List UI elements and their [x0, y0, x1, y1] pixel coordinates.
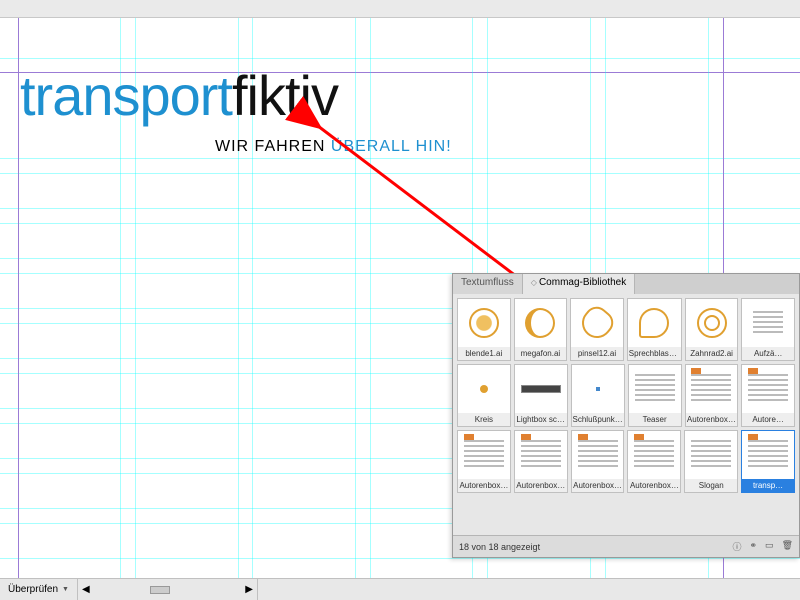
thumb-taglines-icon [686, 365, 738, 413]
thumb-taglines-icon [458, 431, 510, 479]
thumb-bar-icon [515, 365, 567, 413]
library-item[interactable]: Zahnrad2.ai [685, 298, 739, 361]
status-label: Überprüfen [8, 584, 58, 595]
thumb-taglines-icon [742, 431, 794, 479]
library-item[interactable]: blende1.ai [457, 298, 511, 361]
thumb-lines-icon [685, 431, 737, 479]
library-item[interactable]: megafon.ai [514, 298, 568, 361]
thumb-dot-icon [458, 365, 510, 413]
library-item-label: Autorenbox… [458, 479, 510, 492]
library-item-label: Slogan [685, 479, 737, 492]
logo-text[interactable]: transportfiktiv [20, 63, 338, 128]
library-item-label: Kreis [458, 413, 510, 426]
thumb-bluedot-icon [572, 365, 624, 413]
thumb-brush-icon [571, 299, 623, 347]
ruler-top[interactable] [0, 0, 800, 18]
library-item[interactable]: transp… [741, 430, 795, 493]
thumb-taglines-icon [628, 431, 680, 479]
logo-part2: fiktiv [232, 64, 338, 127]
library-item[interactable]: pinsel12.ai [570, 298, 624, 361]
library-item-label: transp… [742, 479, 794, 492]
tab-label: Commag-Bibliothek [539, 277, 626, 288]
library-item-label: Teaser [629, 413, 681, 426]
library-item-label: Autorenbox… [572, 479, 624, 492]
thumb-megaphone-icon [515, 299, 567, 347]
diamond-icon: ◇ [531, 278, 537, 287]
tab-commag-bibliothek[interactable]: ◇Commag-Bibliothek [523, 274, 635, 294]
thumb-lines-icon [629, 365, 681, 413]
library-item[interactable]: Autorenbox… [685, 364, 739, 427]
tagline-part1: WIR FAHREN [215, 138, 331, 155]
library-item-label: Autorenbox… [515, 479, 567, 492]
library-item[interactable]: Autorenbox… [514, 430, 568, 493]
chevron-down-icon: ▼ [62, 586, 69, 593]
status-uberprufen[interactable]: Überprüfen ▼ [0, 579, 78, 600]
library-item[interactable]: Slogan [684, 430, 738, 493]
thumb-taglines-icon [572, 431, 624, 479]
thumb-aperture-icon [458, 299, 510, 347]
library-item[interactable]: Autore… [741, 364, 795, 427]
library-item-label: Sprechblase.ai [628, 347, 681, 360]
link-icon[interactable]: ⚭ [750, 540, 758, 553]
library-item[interactable]: Schlußpunk… [571, 364, 625, 427]
chevron-right-icon[interactable]: ▶ [245, 584, 253, 595]
scrollbar-thumb[interactable] [150, 586, 170, 594]
library-item[interactable]: Autorenbox… [627, 430, 681, 493]
library-item-label: Lightbox sc… [515, 413, 567, 426]
library-item[interactable]: Sprechblase.ai [627, 298, 682, 361]
library-item[interactable]: Lightbox sc… [514, 364, 568, 427]
panel-status-text: 18 von 18 angezeigt [459, 542, 540, 552]
panel-icons: ⓘ ⚭ ▭ 🗑 [732, 540, 793, 553]
library-item-label: pinsel12.ai [571, 347, 623, 360]
app-status-bar: Überprüfen ▼ ◀ ▶ [0, 578, 800, 600]
thumb-taglines-icon [742, 365, 794, 413]
thumb-gear-icon [686, 299, 738, 347]
chevron-left-icon[interactable]: ◀ [82, 584, 90, 595]
info-icon[interactable]: ⓘ [732, 540, 741, 553]
new-icon[interactable]: ▭ [765, 540, 774, 553]
trash-icon[interactable]: 🗑 [782, 540, 793, 553]
library-grid: blende1.ai megafon.ai pinsel12.ai Sprechbla… [453, 294, 799, 536]
panel-tabs: Textumfluss ◇Commag-Bibliothek [453, 274, 799, 294]
library-item-label: Autorenbox… [686, 413, 738, 426]
logo-part1: transport [20, 64, 232, 127]
panel-status-bar: 18 von 18 angezeigt ⓘ ⚭ ▭ 🗑 [453, 535, 799, 557]
thumb-list-icon [742, 299, 794, 347]
library-item[interactable]: Teaser [628, 364, 682, 427]
thumb-taglines-icon [515, 431, 567, 479]
status-scroll[interactable]: ◀ ▶ [78, 579, 258, 600]
library-item[interactable]: Aufzä… [741, 298, 795, 361]
library-panel[interactable]: Textumfluss ◇Commag-Bibliothek blende1.a… [452, 273, 800, 558]
library-item[interactable]: Autorenbox… [571, 430, 625, 493]
library-item-label: Aufzä… [742, 347, 794, 360]
library-item-label: megafon.ai [515, 347, 567, 360]
tagline-text[interactable]: WIR FAHREN ÜBERALL HIN! [215, 138, 452, 156]
library-item-label: Autorenbox… [628, 479, 680, 492]
library-item-label: Autore… [742, 413, 794, 426]
tagline-part2: ÜBERALL HIN! [331, 138, 452, 155]
thumb-speech-icon [628, 299, 681, 347]
library-item[interactable]: Kreis [457, 364, 511, 427]
library-item-label: Schlußpunk… [572, 413, 624, 426]
library-item[interactable]: Autorenbox… [457, 430, 511, 493]
library-item-label: Zahnrad2.ai [686, 347, 738, 360]
library-item-label: blende1.ai [458, 347, 510, 360]
tab-textumfluss[interactable]: Textumfluss [453, 274, 523, 294]
